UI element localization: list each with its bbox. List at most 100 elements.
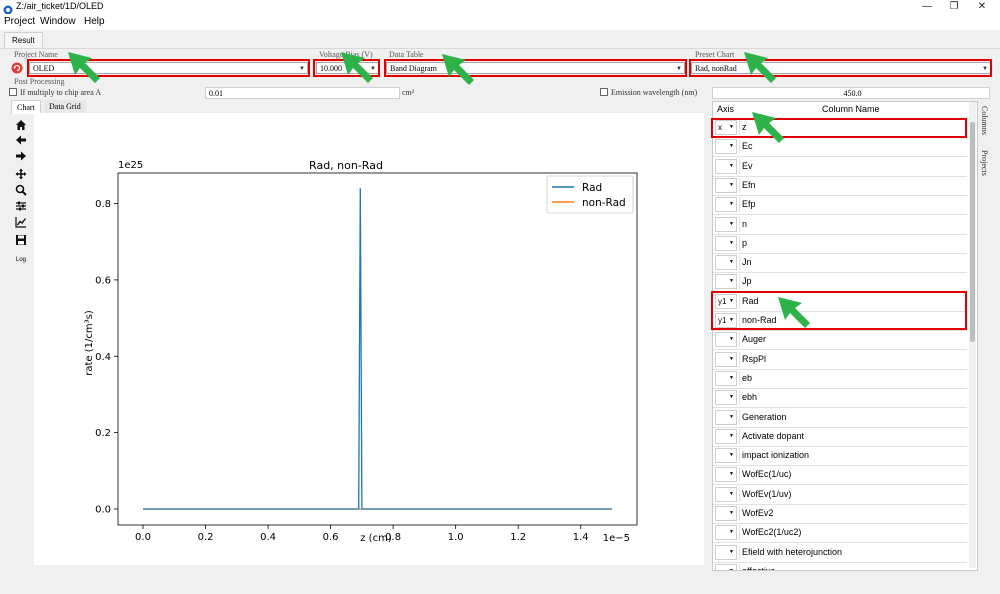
table-row[interactable]: ▼ Efp (713, 195, 970, 216)
axis-select[interactable]: ▼ (715, 332, 737, 348)
column-name: Efp (739, 197, 970, 213)
back-icon[interactable] (13, 134, 29, 149)
table-row[interactable]: ▼ eb (713, 369, 967, 389)
table-row[interactable]: ▼ effective ... (713, 562, 970, 570)
chevron-down-icon: ▼ (729, 510, 734, 516)
axis-select[interactable]: ▼ (715, 544, 737, 560)
edit-axes-icon[interactable] (13, 216, 29, 231)
axis-select[interactable]: ▼ (715, 448, 737, 464)
x-tick-label: 1.0 (448, 532, 464, 543)
table-row[interactable]: ▼ n (713, 215, 967, 235)
chevron-down-icon: ▼ (729, 181, 734, 188)
column-name: p (739, 235, 970, 251)
table-row[interactable]: ▼ Jp (713, 272, 967, 293)
table-row[interactable]: ▼ Ev (713, 157, 967, 177)
column-name: Efn (739, 177, 970, 193)
project-name-label: Project Name (14, 50, 58, 59)
table-row[interactable]: ▼ Efn (713, 176, 967, 196)
menu-project[interactable]: Project (4, 16, 35, 27)
axis-select[interactable]: ▼ (715, 197, 737, 213)
axis-select[interactable]: ▼ (715, 274, 737, 290)
axis-select[interactable]: ▼ (715, 563, 737, 570)
table-row[interactable]: ▼ RspPl (713, 350, 967, 370)
x-tick-label: 0.2 (198, 532, 214, 543)
table-row[interactable]: ▼ WofEc2(1/uc2) (713, 523, 967, 544)
refresh-icon[interactable] (11, 61, 23, 74)
table-row[interactable]: ▼ Generation (713, 408, 967, 428)
column-name: Jn (739, 255, 970, 271)
side-tab-projects[interactable]: Projects (980, 150, 989, 176)
emission-input[interactable]: 450.0 (712, 87, 990, 99)
axis-select[interactable]: ▼ (715, 390, 737, 406)
table-row[interactable]: ▼ WofEv2 (713, 504, 967, 524)
grid-scrollbar-thumb[interactable] (970, 122, 975, 342)
table-row[interactable]: ▼ p (713, 234, 967, 254)
emission-checkbox[interactable] (600, 88, 608, 96)
menu-window[interactable]: Window (40, 16, 76, 27)
table-row[interactable]: ▼ ebh (713, 388, 967, 409)
chip-area-input[interactable]: 0.01 (205, 87, 400, 99)
axis-select[interactable]: ▼ (715, 525, 737, 541)
axis-select[interactable]: ▼ (715, 235, 737, 251)
axis-select[interactable]: ▼ (715, 409, 737, 425)
home-icon[interactable] (13, 119, 29, 134)
axis-select[interactable]: ▼ (715, 486, 737, 502)
chip-area-checkbox[interactable] (9, 88, 17, 96)
highlight-y-rows (711, 291, 967, 330)
name-column-header: Column Name (822, 104, 880, 114)
legend-label: non-Rad (582, 197, 626, 209)
axis-column-header: Axis (717, 104, 735, 114)
chip-area-label: If multiply to chip area A (20, 88, 102, 97)
table-row[interactable]: ▼ impact ionization (713, 446, 970, 467)
table-row[interactable]: ▼ Efield with heterojunction (713, 543, 967, 563)
minimize-button[interactable]: — (913, 0, 941, 14)
table-row[interactable]: ▼ WofEv(1/uv) (713, 485, 967, 505)
chevron-down-icon: ▼ (729, 278, 734, 285)
chevron-down-icon: ▼ (729, 394, 734, 401)
title-bar: Z:/air_ticket/1D/OLED — ❐ ✕ (0, 0, 1000, 15)
axis-select[interactable]: ▼ (715, 467, 737, 483)
column-name: impact ionization (739, 448, 970, 464)
chevron-down-icon: ▼ (729, 336, 734, 343)
status-bar (0, 574, 1000, 594)
chevron-down-icon: ▼ (729, 220, 734, 227)
app-icon (3, 2, 13, 15)
table-row[interactable]: ▼ Jn (713, 253, 970, 274)
tab-chart[interactable]: Chart (11, 100, 41, 114)
axis-select[interactable]: ▼ (715, 139, 737, 155)
zoom-icon[interactable] (13, 184, 29, 199)
pan-icon[interactable] (13, 168, 29, 183)
table-row[interactable]: ▼ WofEc(1/uc) (713, 465, 967, 486)
configure-icon[interactable] (13, 200, 29, 215)
axis-select[interactable]: ▼ (715, 177, 737, 193)
chevron-down-icon: ▼ (729, 259, 734, 266)
tab-data-grid[interactable]: Data Grid (44, 100, 86, 113)
table-row[interactable]: ▼ Activate dopant (713, 427, 967, 447)
axis-select[interactable]: ▼ (715, 506, 737, 521)
axis-select[interactable]: ▼ (715, 428, 737, 444)
close-button[interactable]: ✕ (968, 0, 996, 14)
axis-select[interactable]: ▼ (715, 216, 737, 232)
window-title: Z:/air_ticket/1D/OLED (16, 1, 104, 11)
x-tick-label: 1.4 (573, 532, 589, 543)
y-tick-label: 0.8 (95, 199, 111, 210)
log-button[interactable]: Log (16, 257, 26, 263)
grid-scrollbar-track[interactable] (969, 102, 976, 568)
chip-area-unit: cm² (402, 88, 415, 97)
axis-select[interactable]: ▼ (715, 351, 737, 367)
save-icon[interactable] (13, 234, 29, 249)
chevron-down-icon: ▼ (729, 413, 734, 420)
tab-result[interactable]: Result (4, 32, 43, 48)
maximize-button[interactable]: ❐ (940, 0, 968, 14)
chart-title: Rad, non-Rad (309, 159, 383, 172)
side-tab-columns[interactable]: Columns (980, 106, 989, 135)
axis-select[interactable]: ▼ (715, 158, 737, 174)
menu-help[interactable]: Help (84, 16, 105, 27)
x-tick-label: 0.8 (385, 532, 401, 543)
x-tick-label: 0.0 (135, 532, 151, 543)
forward-icon[interactable] (13, 150, 29, 165)
table-row[interactable]: ▼ Auger (713, 330, 967, 351)
axis-select[interactable]: ▼ (715, 370, 737, 386)
column-name: effective ... (739, 563, 970, 570)
axis-select[interactable]: ▼ (715, 255, 737, 271)
